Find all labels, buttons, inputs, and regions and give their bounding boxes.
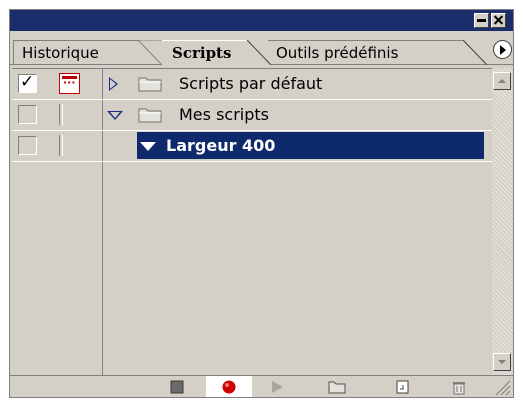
tab-scripts-label: Scripts [172, 44, 232, 62]
tab-separator [138, 40, 162, 65]
list-item[interactable]: Largeur 400 [12, 131, 492, 161]
item-name: Mes scripts [179, 105, 269, 124]
expand-triangle-icon[interactable] [109, 77, 118, 91]
dialog-toggle-icon[interactable] [59, 135, 63, 156]
play-circle-icon[interactable] [493, 40, 512, 59]
item-toggle-checkbox[interactable] [18, 105, 37, 124]
folder-icon [138, 77, 162, 92]
action-toolbar [10, 375, 513, 397]
record-icon [222, 380, 236, 394]
tab-historique[interactable]: Historique [13, 40, 139, 65]
item-name: Scripts par défaut [179, 74, 323, 93]
stop-icon[interactable] [168, 379, 186, 395]
palette-titlebar[interactable] [10, 10, 513, 31]
vertical-scrollbar[interactable] [492, 68, 513, 375]
tab-historique-label: Historique [22, 44, 99, 62]
trash-icon[interactable] [450, 379, 468, 395]
resize-grip-icon[interactable] [493, 378, 511, 396]
scroll-up-icon[interactable] [493, 72, 511, 90]
tab-strip: Historique Scripts Outils prédéfinis [10, 31, 513, 67]
list-item[interactable]: Mes scripts [12, 100, 492, 130]
play-icon[interactable] [268, 379, 286, 395]
row-divider [12, 161, 492, 162]
dialog-toggle-icon[interactable] [59, 104, 63, 125]
dialog-toggle-icon[interactable] [59, 73, 80, 94]
list-item[interactable]: Scripts par défaut [12, 69, 492, 99]
record-button[interactable] [206, 376, 252, 397]
scripts-palette: Historique Scripts Outils prédéfinis ✓ ·… [9, 9, 514, 398]
item-toggle-checkbox[interactable] [18, 72, 37, 93]
tab-separator [247, 40, 271, 65]
collapse-triangle-icon[interactable] [107, 111, 123, 120]
close-icon[interactable] [491, 13, 506, 28]
actions-list: Scripts par défaut Mes scripts Largeur 4… [12, 68, 492, 375]
collapse-triangle-icon[interactable] [140, 142, 156, 151]
minimize-icon[interactable] [474, 13, 489, 28]
new-page-icon[interactable] [393, 379, 411, 395]
tab-outils-label: Outils prédéfinis [276, 44, 399, 62]
tab-scripts[interactable]: Scripts [162, 40, 248, 67]
item-name: Largeur 400 [166, 136, 276, 155]
tab-outils-predefinis[interactable]: Outils prédéfinis [268, 40, 464, 65]
item-toggle-checkbox[interactable] [18, 136, 37, 155]
folder-icon [138, 108, 162, 123]
scroll-down-icon[interactable] [493, 353, 511, 371]
folder-icon[interactable] [328, 379, 346, 395]
tab-separator [463, 40, 487, 65]
